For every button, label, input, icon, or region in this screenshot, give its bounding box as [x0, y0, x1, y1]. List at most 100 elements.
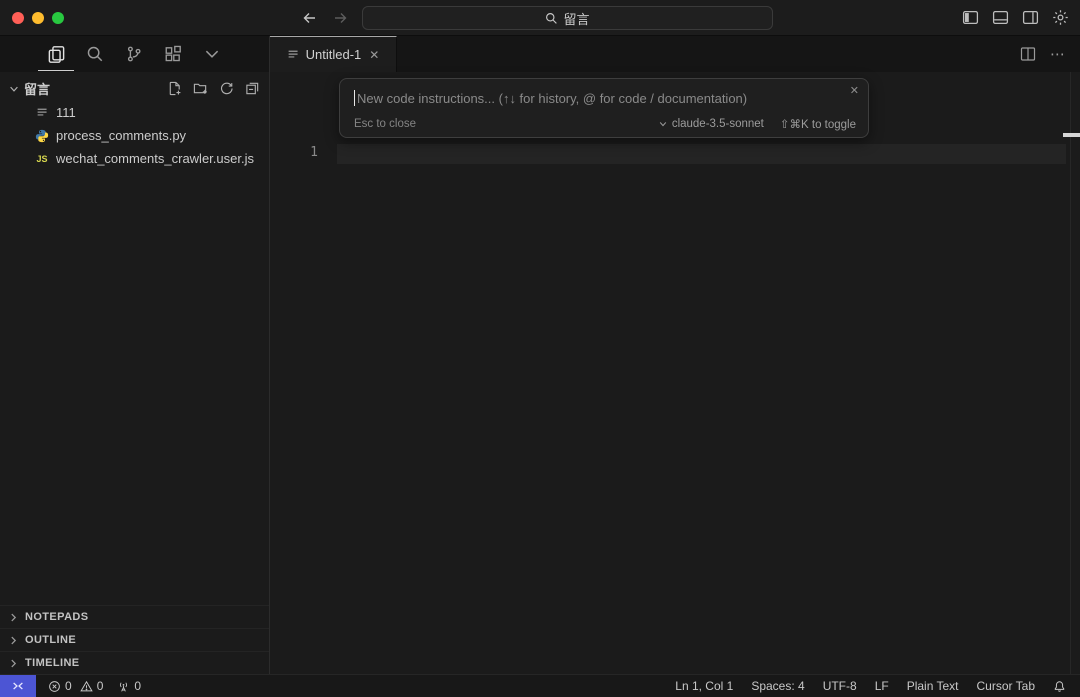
eol-button[interactable]: LF — [869, 679, 895, 693]
section-outline[interactable]: OUTLINE — [0, 628, 269, 651]
collapse-folders-button[interactable] — [244, 80, 261, 97]
split-editor-button[interactable] — [1020, 46, 1036, 62]
text-file-icon — [34, 105, 50, 121]
prompt-placeholder: New code instructions... (↑↓ for history… — [357, 90, 748, 106]
section-label: NOTEPADS — [25, 611, 89, 623]
source-control-icon — [127, 46, 141, 62]
cursor-position-button[interactable]: Ln 1, Col 1 — [669, 679, 739, 693]
split-editor-icon — [1020, 47, 1036, 61]
window-controls — [0, 11, 90, 24]
zoom-window-button[interactable] — [52, 11, 64, 24]
remote-icon — [13, 682, 23, 690]
chevron-right-icon — [11, 613, 17, 621]
toggle-secondary-sidebar-button[interactable] — [1020, 8, 1040, 28]
chevron-right-icon — [11, 659, 17, 667]
remote-indicator-button[interactable] — [0, 675, 36, 697]
chevron-down-icon — [659, 122, 667, 127]
close-window-button[interactable] — [12, 11, 24, 24]
layout-sidebar-right-icon — [1022, 11, 1038, 24]
warning-count: 0 — [96, 679, 104, 693]
new-file-icon — [169, 81, 181, 96]
gear-icon — [1052, 10, 1068, 25]
error-icon — [49, 680, 60, 692]
ports-count: 0 — [134, 679, 142, 693]
new-folder-button[interactable] — [192, 80, 209, 97]
problems-button[interactable]: 0 0 — [42, 679, 109, 693]
search-icon — [546, 12, 558, 24]
file-row-wechat-crawler[interactable]: JS wechat_comments_crawler.user.js — [0, 147, 269, 170]
file-row-111[interactable]: 111 — [0, 101, 269, 124]
text-caret — [354, 90, 355, 106]
javascript-icon: JS — [36, 153, 48, 164]
explorer-view-button[interactable] — [38, 40, 74, 71]
close-prompt-icon[interactable]: ✕ — [850, 84, 859, 97]
overview-ruler-cursor-marker — [1063, 133, 1080, 137]
editor-area[interactable]: 1 ✕ New code instructions... (↑↓ for his… — [270, 72, 1080, 674]
new-folder-icon — [193, 83, 207, 94]
notifications-button[interactable] — [1047, 680, 1072, 693]
collapse-all-icon — [246, 82, 259, 95]
explorer-empty-space — [0, 170, 269, 605]
chevron-down-icon — [10, 86, 18, 92]
overview-ruler — [1070, 72, 1071, 674]
status-bar: 0 0 0 Ln 1, Col 1 Spaces: 4 UTF-8 LF Pla… — [0, 674, 1080, 697]
command-center-search[interactable]: 留言 — [362, 6, 773, 30]
toggle-shortcut-hint: ⇧⌘K to toggle — [779, 119, 856, 131]
text-file-icon — [288, 50, 298, 58]
more-views-button[interactable] — [200, 40, 224, 68]
tab-bar: Untitled-1 ✕ ⋯ — [270, 36, 1080, 72]
python-icon — [34, 128, 50, 144]
activity-bar — [0, 36, 270, 72]
current-line-highlight — [337, 144, 1066, 164]
source-control-view-button[interactable] — [122, 40, 146, 68]
layout-panel-icon — [992, 11, 1008, 24]
bell-icon — [1054, 680, 1065, 692]
tab-untitled-1[interactable]: Untitled-1 ✕ — [270, 36, 397, 72]
explorer-sidebar: 留言 111 process_comments.py JS wechat_com… — [0, 72, 270, 674]
workspace-folder-name: 留言 — [24, 82, 51, 97]
file-row-process-comments[interactable]: process_comments.py — [0, 124, 269, 147]
search-view-button[interactable] — [83, 40, 107, 68]
arrow-left-icon — [303, 12, 315, 23]
new-file-button[interactable] — [166, 80, 183, 97]
minimize-window-button[interactable] — [32, 11, 44, 24]
model-selector[interactable]: claude-3.5-sonnet — [658, 118, 764, 130]
layout-sidebar-left-icon — [962, 11, 978, 24]
search-icon — [87, 46, 103, 62]
explorer-root-row[interactable]: 留言 — [0, 76, 269, 101]
extensions-view-button[interactable] — [161, 40, 185, 68]
forward-button[interactable] — [330, 8, 350, 28]
section-timeline[interactable]: TIMELINE — [0, 651, 269, 674]
encoding-button[interactable]: UTF-8 — [817, 679, 863, 693]
ports-button[interactable]: 0 — [111, 679, 147, 693]
toggle-panel-button[interactable] — [990, 8, 1010, 28]
cursor-tab-button[interactable]: Cursor Tab — [971, 679, 1041, 693]
ai-prompt-widget: ✕ New code instructions... (↑↓ for histo… — [339, 78, 869, 138]
toggle-primary-sidebar-button[interactable] — [960, 8, 980, 28]
file-name: process_comments.py — [56, 128, 187, 143]
back-button[interactable] — [300, 8, 320, 28]
more-actions-button[interactable]: ⋯ — [1050, 45, 1066, 63]
language-mode-button[interactable]: Plain Text — [901, 679, 965, 693]
refresh-explorer-button[interactable] — [218, 80, 235, 97]
file-name: wechat_comments_crawler.user.js — [56, 151, 254, 166]
error-count: 0 — [65, 679, 72, 693]
model-name: claude-3.5-sonnet — [671, 118, 764, 130]
chevron-right-icon — [11, 636, 17, 644]
radio-tower-icon — [120, 681, 128, 692]
section-notepads[interactable]: NOTEPADS — [0, 605, 269, 628]
esc-hint: Esc to close — [354, 118, 416, 130]
search-query-text: 留言 — [563, 11, 590, 27]
titlebar: 留言 — [0, 0, 1080, 36]
section-label: TIMELINE — [25, 657, 80, 669]
prompt-input[interactable]: New code instructions... (↑↓ for history… — [354, 88, 856, 108]
chevron-down-icon — [205, 50, 219, 58]
tab-label: Untitled-1 — [305, 47, 362, 62]
refresh-icon — [221, 82, 233, 95]
line-number: 1 — [310, 145, 318, 160]
arrow-right-icon — [335, 12, 347, 23]
settings-button[interactable] — [1050, 8, 1070, 28]
close-tab-icon[interactable]: ✕ — [369, 48, 379, 62]
indentation-button[interactable]: Spaces: 4 — [745, 679, 810, 693]
extensions-icon — [165, 45, 181, 62]
